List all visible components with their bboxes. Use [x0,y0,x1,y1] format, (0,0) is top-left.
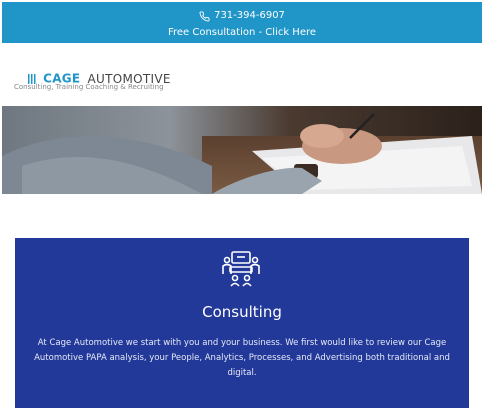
site-header: CAGE AUTOMOTIVE [2,43,482,121]
phone-icon [199,10,210,21]
consulting-card: Consulting At Cage Automotive we start w… [15,238,469,408]
phone-link[interactable]: 731-394-6907 [2,10,482,22]
card-body-text: At Cage Automotive we start with you and… [34,338,450,378]
card-heading: Consulting [202,303,282,321]
phone-number[interactable]: 731-394-6907 [214,10,285,22]
site-tagline: Consulting, Training Coaching & Recruiti… [14,83,164,91]
free-consultation-link[interactable]: Free Consultation - Click Here [2,27,482,39]
page: 731-394-6907 Free Consultation - Click H… [2,2,482,413]
logo-mark-icon [28,73,36,84]
top-contact-bar: 731-394-6907 Free Consultation - Click H… [2,2,482,43]
hero-image [2,106,482,194]
consulting-meeting-icon [222,251,260,287]
hands-signing-document-photo [2,106,482,194]
